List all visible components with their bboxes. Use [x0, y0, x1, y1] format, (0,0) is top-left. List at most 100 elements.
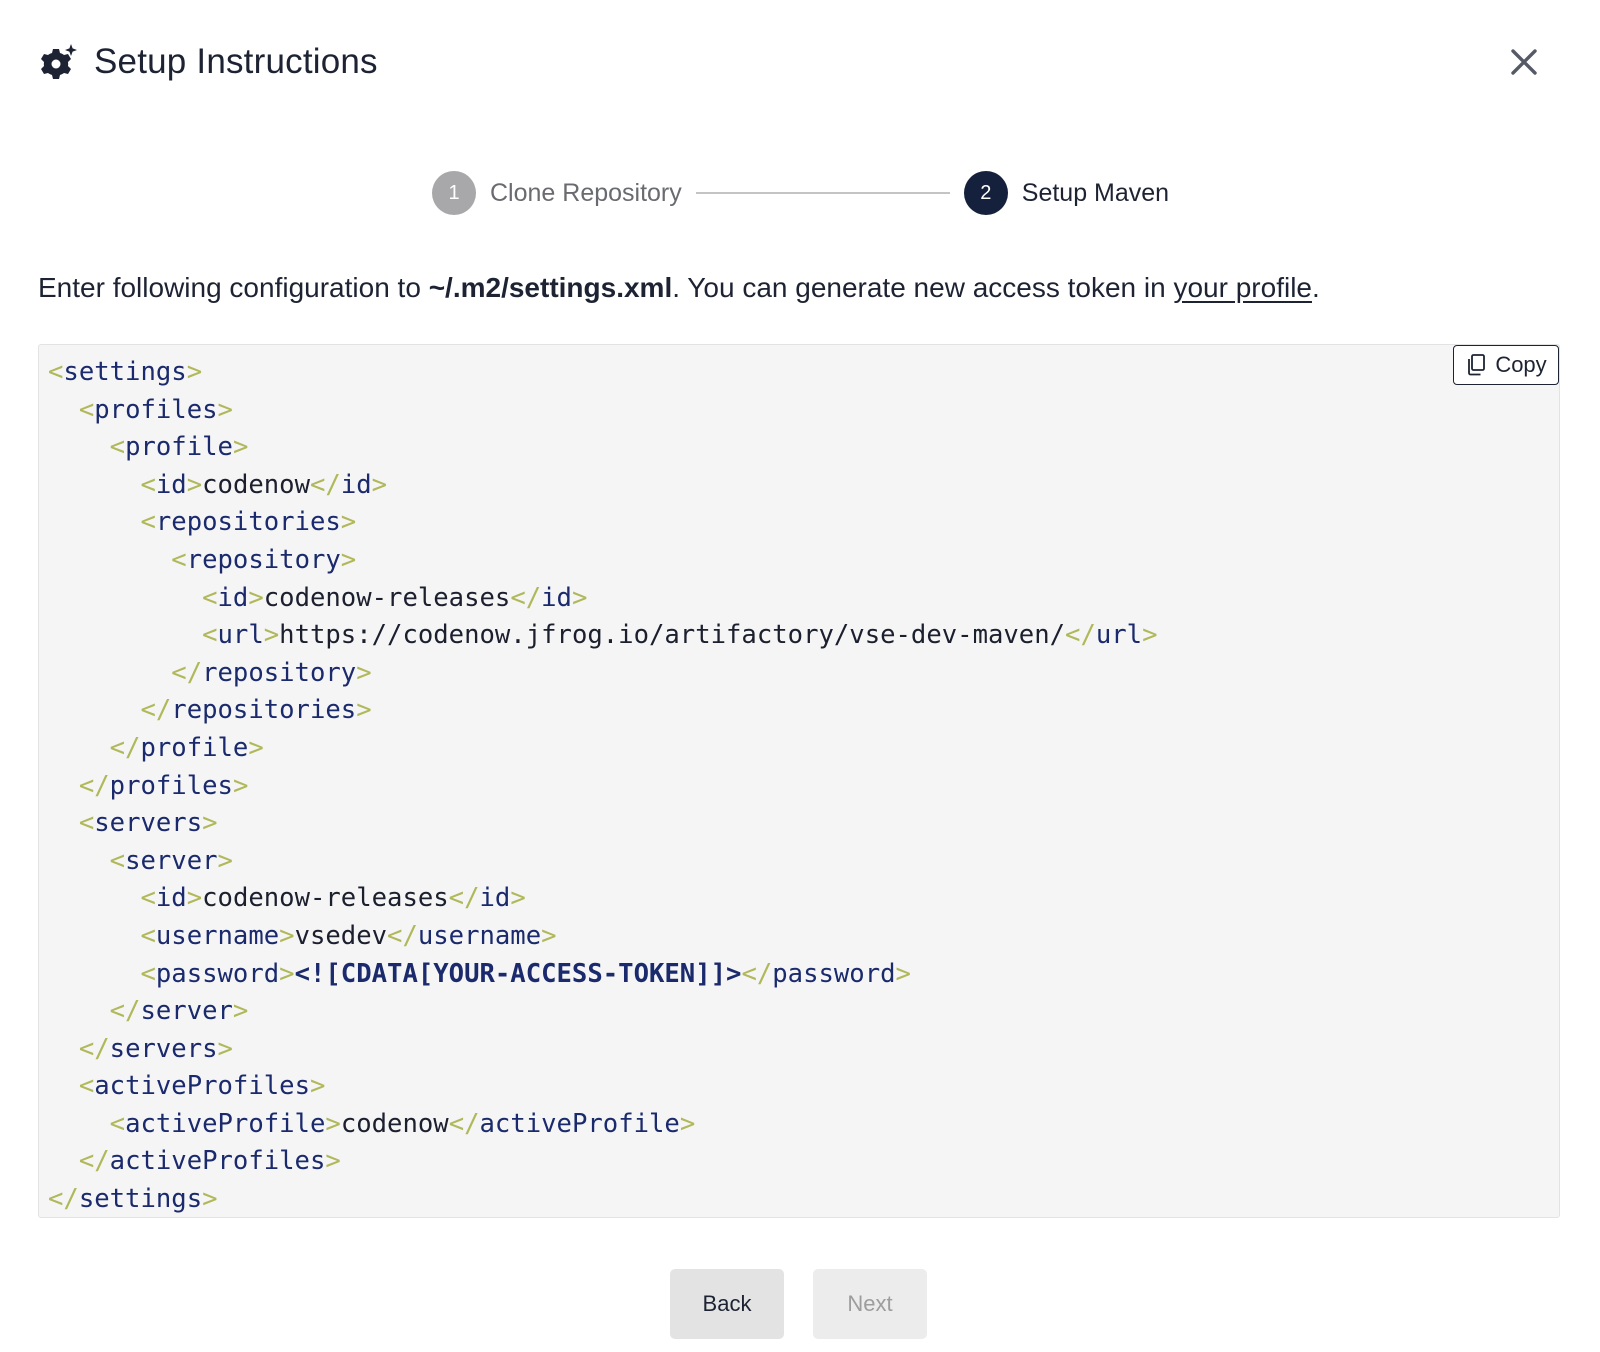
- code-line: </repository>: [48, 657, 372, 688]
- xml-text: <![CDATA[YOUR-ACCESS-TOKEN]]>: [294, 958, 742, 989]
- copy-icon: [1468, 354, 1486, 376]
- xml-tag-name: id: [541, 582, 572, 613]
- xml-angle-bracket: >: [895, 958, 911, 989]
- code-line: <id>codenow-releases</id>: [48, 883, 525, 914]
- xml-angle-bracket: <: [48, 357, 64, 387]
- xml-tag-name: username: [417, 920, 542, 951]
- xml-tag-name: repository: [202, 657, 357, 688]
- xml-angle-bracket: >: [217, 845, 233, 876]
- xml-tag-name: settings: [78, 1184, 203, 1215]
- xml-text: https://codenow.jfrog.io/artifactory/vse…: [279, 620, 1066, 651]
- xml-angle-bracket: </: [741, 958, 773, 989]
- xml-tag-name: repositories: [171, 695, 357, 726]
- xml-angle-bracket: </: [48, 1184, 79, 1215]
- xml-angle-bracket: <: [109, 845, 126, 876]
- xml-angle-bracket: >: [356, 657, 372, 688]
- xml-angle-bracket: <: [109, 432, 126, 463]
- code-line: <activeProfile>codenow</activeProfile>: [48, 1108, 696, 1139]
- xml-angle-bracket: >: [371, 469, 388, 500]
- xml-angle-bracket: </: [78, 1033, 110, 1064]
- xml-angle-bracket: </: [310, 469, 341, 500]
- xml-angle-bracket: </: [140, 695, 172, 726]
- xml-angle-bracket: >: [356, 695, 372, 726]
- xml-angle-bracket: >: [217, 394, 233, 425]
- stepper: 1 Clone Repository 2 Setup Maven: [432, 171, 1169, 215]
- xml-angle-bracket: </: [109, 996, 141, 1027]
- xml-tag-name: id: [155, 883, 187, 914]
- code-block: <settings> <profiles> <profile> <id>code…: [38, 344, 1560, 1218]
- xml-angle-bracket: <: [171, 544, 187, 575]
- step-2-indicator: 2: [963, 171, 1008, 215]
- settings-path: ~/.m2/settings.xml: [428, 272, 673, 303]
- xml-angle-bracket: >: [279, 920, 295, 951]
- xml-text: vsedev: [294, 920, 388, 951]
- code-line: <url>https://codenow.jfrog.io/artifactor…: [48, 620, 1158, 651]
- code-line: </server>: [48, 996, 249, 1027]
- xml-angle-bracket: >: [309, 1071, 326, 1102]
- xml-angle-bracket: </: [510, 582, 542, 613]
- xml-tag-name: url: [217, 620, 264, 651]
- xml-angle-bracket: >: [679, 1108, 696, 1139]
- xml-angle-bracket: </: [1065, 620, 1096, 651]
- xml-tag-name: profiles: [94, 394, 218, 425]
- xml-angle-bracket: </: [448, 883, 480, 914]
- xml-angle-bracket: >: [263, 620, 280, 651]
- xml-tag-name: profiles: [109, 770, 233, 801]
- xml-angle-bracket: </: [171, 657, 203, 688]
- code-line: <repository>: [48, 545, 356, 575]
- xml-angle-bracket: >: [340, 544, 357, 575]
- xml-angle-bracket: >: [1142, 620, 1158, 651]
- xml-angle-bracket: >: [186, 469, 203, 500]
- xml-angle-bracket: <: [78, 1071, 95, 1102]
- xml-angle-bracket: <: [140, 883, 156, 914]
- xml-tag-name: server: [140, 996, 233, 1027]
- xml-angle-bracket: >: [217, 1033, 233, 1064]
- step-1-indicator: 1: [432, 171, 476, 215]
- xml-angle-bracket: >: [186, 883, 203, 914]
- xml-tag-name: repository: [186, 544, 341, 575]
- code-line: <server>: [48, 846, 233, 876]
- xml-tag-name: url: [1095, 620, 1143, 651]
- xml-tag-name: servers: [109, 1033, 218, 1064]
- code-line: <servers>: [48, 808, 218, 838]
- code-line: </servers>: [48, 1034, 233, 1064]
- xml-angle-bracket: <: [140, 469, 156, 500]
- xml-angle-bracket: >: [541, 920, 557, 951]
- xml-tag-name: activeProfile: [479, 1108, 680, 1139]
- xml-angle-bracket: </: [387, 920, 418, 951]
- code-line: </activeProfiles>: [48, 1146, 341, 1176]
- gear-sparkle-icon: [41, 44, 77, 79]
- xml-text: codenow-releases: [202, 883, 449, 914]
- xml-angle-bracket: >: [325, 1146, 341, 1177]
- code-line: </repositories>: [48, 695, 372, 726]
- code-line: <profile>: [48, 432, 249, 463]
- xml-angle-bracket: <: [140, 958, 156, 989]
- profile-link[interactable]: your profile: [1173, 272, 1312, 303]
- xml-angle-bracket: >: [325, 1108, 341, 1139]
- code-line: <password > <![CDATA[YOUR-ACCESS-TOKEN]]><…: [48, 959, 911, 989]
- xml-angle-bracket: >: [232, 432, 249, 463]
- xml-tag-name: profile: [125, 432, 233, 463]
- xml-text: codenow: [202, 469, 310, 500]
- xml-tag-name: password: [155, 958, 280, 989]
- code-line: <id>codenow-releases</id>: [48, 583, 587, 613]
- next-button[interactable]: Next: [813, 1269, 927, 1339]
- close-icon[interactable]: [1502, 40, 1546, 84]
- copy-button[interactable]: Copy: [1453, 345, 1559, 385]
- xml-angle-bracket: <: [78, 394, 95, 425]
- xml-angle-bracket: </: [78, 1146, 110, 1177]
- code-line: <id>codenow</id>: [48, 470, 387, 500]
- back-button[interactable]: Back: [670, 1269, 784, 1339]
- xml-text: codenow-releases: [263, 582, 511, 613]
- instruction-suffix: .: [1312, 272, 1320, 303]
- xml-tag-name: profile: [140, 732, 249, 763]
- xml-angle-bracket: >: [202, 808, 218, 839]
- xml-tag-name: repositories: [155, 507, 341, 538]
- copy-label: Copy: [1495, 352, 1547, 377]
- xml-angle-bracket: >: [232, 770, 249, 801]
- xml-angle-bracket: <: [202, 582, 218, 613]
- xml-tag-name: activeProfiles: [94, 1071, 310, 1102]
- xml-angle-bracket: >: [248, 582, 264, 613]
- xml-tag-name: settings: [63, 357, 187, 387]
- code-line: </profiles>: [48, 770, 249, 801]
